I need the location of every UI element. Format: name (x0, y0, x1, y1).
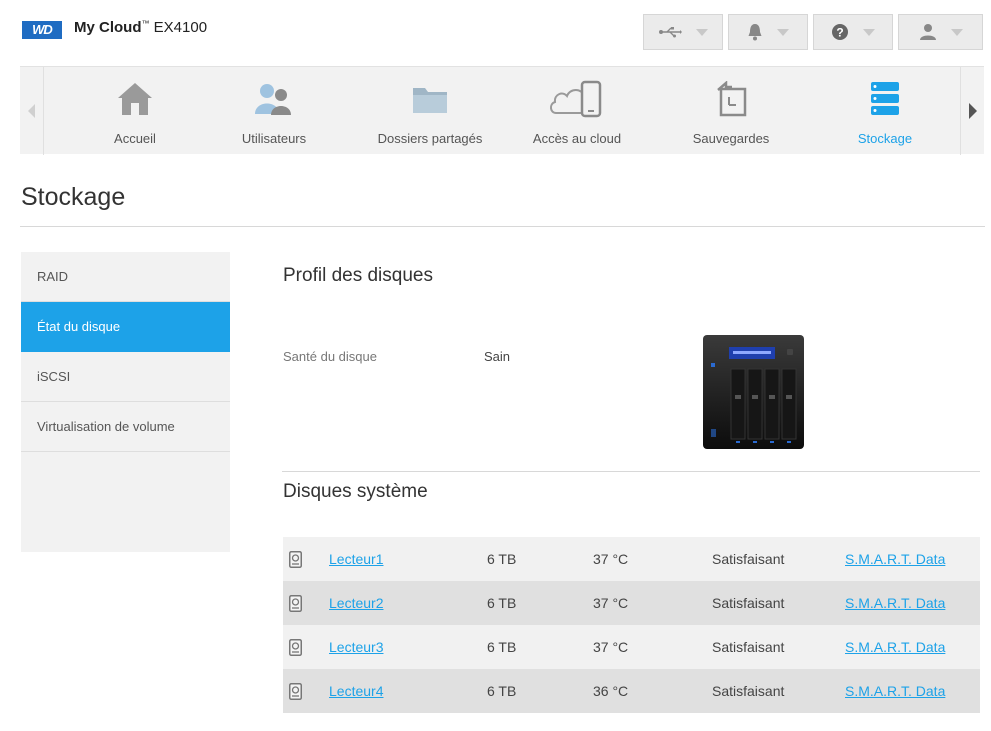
drive-size: 6 TB (487, 683, 517, 699)
drive-name-link[interactable]: Lecteur2 (329, 581, 383, 625)
smart-data-link[interactable]: S.M.A.R.T. Data (845, 537, 945, 581)
drive-size: 6 TB (487, 551, 517, 567)
nav-item-sauvegardes[interactable]: Sauvegardes (656, 67, 806, 155)
brand-name: My Cloud (74, 19, 142, 36)
backup-icon (717, 81, 747, 117)
chevron-left-icon (28, 104, 35, 118)
trademark: ™ (141, 19, 150, 28)
help-menu-button[interactable]: ? (813, 14, 893, 50)
nav-item-label: Dossiers partagés (377, 131, 483, 146)
drive-name-link[interactable]: Lecteur4 (329, 669, 383, 713)
table-row: Lecteur3 6 TB 37 °C Satisfaisant S.M.A.R… (283, 625, 980, 669)
usb-menu-button[interactable] (643, 14, 723, 50)
wd-logo: WD (22, 21, 62, 39)
chevron-right-icon (968, 103, 977, 119)
page-title: Stockage (21, 183, 126, 211)
drive-icon (289, 595, 302, 615)
drive-status: Satisfaisant (712, 683, 785, 699)
home-icon (118, 83, 152, 115)
nav-item-label: Stockage (857, 131, 913, 146)
user-icon (919, 24, 936, 40)
sidebar-item-virtualisation[interactable]: Virtualisation de volume (21, 402, 230, 452)
chevron-down-icon (863, 28, 875, 36)
notifications-menu-button[interactable] (728, 14, 808, 50)
user-menu-button[interactable] (898, 14, 983, 50)
disk-health-label: Santé du disque (283, 349, 377, 364)
drive-status: Satisfaisant (712, 595, 785, 611)
header: WD My Cloud™ EX4100 ? (0, 0, 991, 62)
sidebar-item-iscsi[interactable]: iSCSI (21, 352, 230, 402)
smart-data-link[interactable]: S.M.A.R.T. Data (845, 625, 945, 669)
nav-item-label: Accueil (114, 131, 156, 146)
section-title-profile: Profil des disques (283, 265, 433, 286)
table-row: Lecteur2 6 TB 37 °C Satisfaisant S.M.A.R… (283, 581, 980, 625)
system-disks-table: Lecteur1 6 TB 37 °C Satisfaisant S.M.A.R… (283, 537, 980, 713)
help-icon: ? (832, 24, 848, 40)
nav-item-dossiers-partages[interactable]: Dossiers partagés (355, 67, 505, 155)
users-icon (255, 84, 291, 115)
svg-text:?: ? (836, 26, 843, 40)
drive-size: 6 TB (487, 639, 517, 655)
model-name: EX4100 (153, 19, 208, 36)
nav-item-label: Sauvegardes (692, 131, 770, 146)
folder-icon (413, 88, 447, 113)
chevron-down-icon (950, 28, 963, 36)
nav-item-acces-cloud[interactable]: Accès au cloud (502, 67, 652, 155)
drive-status: Satisfaisant (712, 551, 785, 567)
drive-size: 6 TB (487, 595, 517, 611)
nav-item-label: Utilisateurs (241, 131, 307, 146)
nav-scroll-left[interactable] (20, 67, 44, 155)
sidebar-item-raid[interactable]: RAID (21, 252, 230, 302)
drive-name-link[interactable]: Lecteur1 (329, 537, 383, 581)
header-toolbar: ? (643, 14, 983, 50)
usb-icon (659, 27, 682, 38)
table-row: Lecteur4 6 TB 36 °C Satisfaisant S.M.A.R… (283, 669, 980, 713)
divider (282, 471, 980, 472)
drive-icon (289, 683, 302, 703)
main-nav: Accueil Utilisateurs Dossiers partagés A… (20, 66, 984, 155)
drive-name-link[interactable]: Lecteur3 (329, 625, 383, 669)
smart-data-link[interactable]: S.M.A.R.T. Data (845, 669, 945, 713)
bell-icon (748, 24, 762, 41)
nav-item-accueil[interactable]: Accueil (60, 67, 210, 155)
smart-data-link[interactable]: S.M.A.R.T. Data (845, 581, 945, 625)
drive-temperature: 36 °C (593, 683, 629, 699)
disk-health-value: Sain (484, 349, 511, 364)
cloud-device-icon (550, 80, 602, 118)
drive-temperature: 37 °C (593, 639, 629, 655)
sidebar-item-etat-disque[interactable]: État du disque (21, 302, 230, 352)
drive-icon (289, 639, 302, 659)
product-name: My Cloud™ EX4100 (74, 19, 207, 36)
nas-device-image (703, 335, 804, 449)
chevron-down-icon (696, 28, 708, 36)
drive-temperature: 37 °C (593, 551, 629, 567)
divider (20, 226, 985, 227)
drive-temperature: 37 °C (593, 595, 629, 611)
nav-item-label: Accès au cloud (532, 131, 622, 146)
sidebar: RAID État du disque iSCSI Virtualisation… (21, 252, 230, 552)
section-title-system-disks: Disques système (283, 481, 428, 502)
table-row: Lecteur1 6 TB 37 °C Satisfaisant S.M.A.R… (283, 537, 980, 581)
chevron-down-icon (777, 28, 789, 36)
storage-icon (871, 82, 899, 115)
nav-item-stockage[interactable]: Stockage (810, 67, 960, 155)
nav-item-utilisateurs[interactable]: Utilisateurs (199, 67, 349, 155)
drive-icon (289, 551, 302, 571)
nav-scroll-right[interactable] (960, 67, 984, 155)
drive-status: Satisfaisant (712, 639, 785, 655)
